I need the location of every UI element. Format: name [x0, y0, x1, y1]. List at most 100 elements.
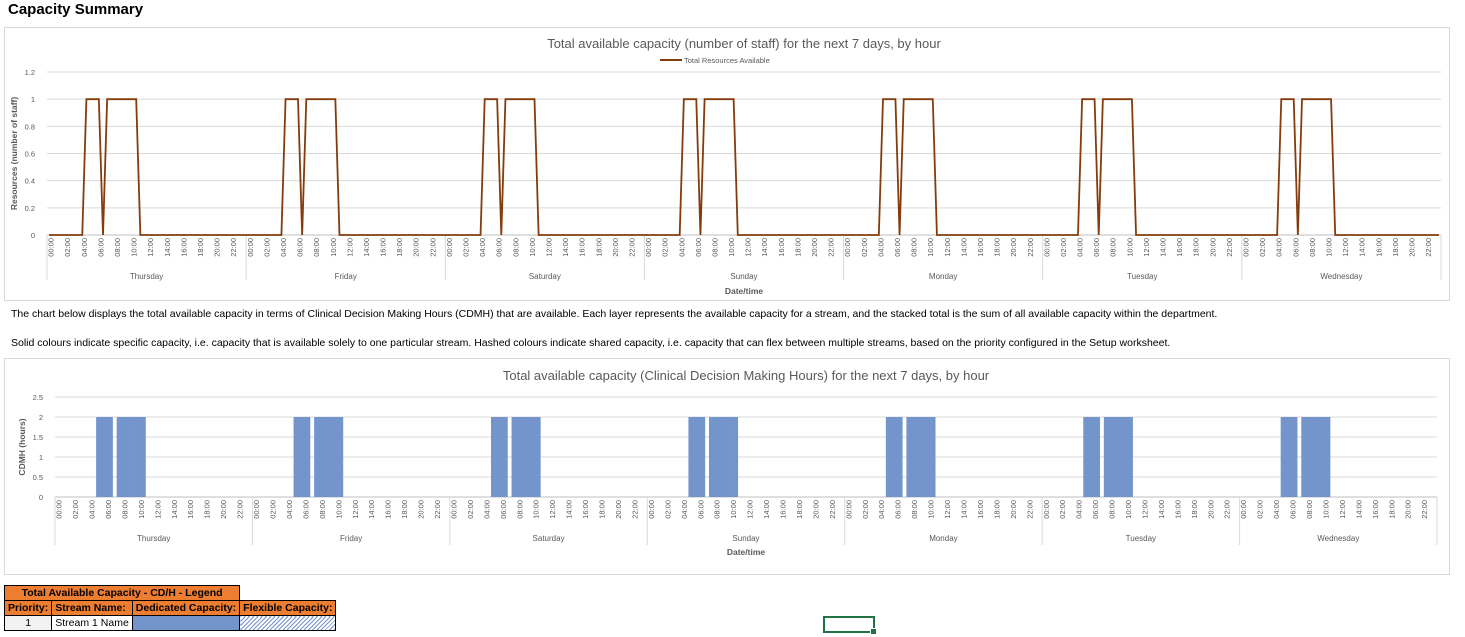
hour-tick-label: 22:00 [236, 500, 245, 519]
hour-tick-label: 16:00 [777, 238, 786, 257]
hour-tick-label: 14:00 [762, 500, 771, 519]
hour-tick-label: 06:00 [1092, 238, 1101, 257]
hour-tick-label: 20:00 [810, 238, 819, 257]
hour-tick-label: 18:00 [1192, 238, 1201, 257]
hour-tick-label: 00:00 [445, 238, 454, 257]
legend-header-stream-name[interactable]: Stream Name: [51, 600, 133, 616]
day-label: Tuesday [1126, 534, 1156, 543]
hour-tick-label: 00:00 [644, 238, 653, 257]
capacity-bar [1280, 417, 1286, 497]
series-line-total-resources [49, 98, 1439, 236]
y-tick-label: 1 [39, 453, 43, 462]
hour-tick-label: 02:00 [663, 500, 672, 519]
legend-header-dedicated[interactable]: Dedicated Capacity: [131, 600, 241, 616]
hour-tick-label: 20:00 [611, 238, 620, 257]
hour-tick-label: 12:00 [153, 500, 162, 519]
flexible-capacity-swatch[interactable] [239, 615, 337, 631]
hour-tick-label: 04:00 [877, 500, 886, 519]
capacity-bar [129, 417, 134, 497]
hour-tick-label: 10:00 [329, 238, 338, 257]
capacity-bar [931, 417, 936, 497]
day-label: Friday [335, 272, 357, 281]
hour-tick-label: 20:00 [1404, 500, 1413, 519]
capacity-bar [1301, 417, 1306, 497]
hour-tick-label: 18:00 [203, 500, 212, 519]
hour-tick-label: 18:00 [992, 500, 1001, 519]
hour-tick-label: 22:00 [827, 238, 836, 257]
hour-tick-label: 18:00 [793, 238, 802, 257]
hour-tick-label: 08:00 [312, 238, 321, 257]
hour-tick-label: 16:00 [379, 238, 388, 257]
capacity-bar [708, 417, 714, 497]
selected-cell-cursor[interactable] [823, 616, 877, 635]
x-axis-label: Date/time [725, 286, 764, 296]
day-label: Monday [929, 534, 957, 543]
legend-priority-cell[interactable]: 1 [3, 615, 53, 631]
capacity-bar [141, 417, 146, 497]
hour-tick-label: 00:00 [449, 500, 458, 519]
capacity-bar [700, 417, 706, 497]
hour-tick-label: 16:00 [186, 500, 195, 519]
hour-tick-label: 20:00 [1206, 500, 1215, 519]
page-title: Capacity Summary [8, 1, 144, 18]
capacity-bar [495, 417, 500, 497]
legend-stream-name-cell[interactable]: Stream 1 Name [51, 615, 133, 631]
capacity-bar [490, 417, 496, 497]
capacity-bar [536, 417, 541, 497]
capacity-bar [926, 417, 932, 497]
hour-tick-label: 10:00 [137, 500, 146, 519]
hour-tick-label: 08:00 [910, 238, 919, 257]
hour-tick-label: 04:00 [876, 238, 885, 257]
hour-tick-label: 06:00 [696, 500, 705, 519]
hour-tick-label: 14:00 [1354, 500, 1363, 519]
hour-tick-label: 06:00 [104, 500, 113, 519]
hour-tick-label: 06:00 [495, 238, 504, 257]
capacity-bar [894, 417, 899, 497]
legend-header-priority[interactable]: Priority: [3, 600, 53, 616]
hour-tick-label: 12:00 [1341, 238, 1350, 257]
capacity-bar [1313, 417, 1319, 497]
hour-tick-label: 16:00 [578, 238, 587, 257]
legend-table-title[interactable]: Total Available Capacity - CD/H - Legend [3, 585, 241, 601]
hour-tick-label: 04:00 [478, 238, 487, 257]
hour-tick-label: 00:00 [1042, 500, 1051, 519]
y-tick-label: 1.5 [33, 433, 43, 442]
hour-tick-label: 16:00 [1374, 238, 1383, 257]
hour-tick-label: 18:00 [598, 500, 607, 519]
legend-header-flexible[interactable]: Flexible Capacity: [239, 600, 337, 616]
hour-tick-label: 08:00 [318, 500, 327, 519]
staff-capacity-line-chart[interactable]: Total available capacity (number of staf… [4, 27, 1450, 301]
hour-tick-label: 14:00 [959, 238, 968, 257]
hour-tick-label: 02:00 [462, 238, 471, 257]
hour-tick-label: 16:00 [179, 238, 188, 257]
hour-tick-label: 18:00 [1387, 500, 1396, 519]
capacity-bar [1083, 417, 1088, 497]
hour-tick-label: 06:00 [296, 238, 305, 257]
capacity-bar [297, 417, 303, 497]
day-label: Thursday [137, 534, 170, 543]
capacity-bar [696, 417, 702, 497]
x-axis-label: Date/time [727, 547, 766, 557]
dedicated-capacity-swatch[interactable] [131, 615, 241, 631]
colour-legend-note: Solid colours indicate specific capacity… [11, 337, 1171, 349]
hour-tick-label: 08:00 [1305, 500, 1314, 519]
capacity-bar [305, 417, 311, 497]
cdmh-capacity-bar-chart[interactable]: Total available capacity (Clinical Decis… [4, 358, 1450, 575]
capacity-bar [1087, 417, 1092, 497]
hour-tick-label: 02:00 [1256, 500, 1265, 519]
hour-tick-label: 14:00 [760, 238, 769, 257]
capacity-bar [910, 417, 915, 497]
hour-tick-label: 00:00 [844, 500, 853, 519]
hour-tick-label: 08:00 [710, 238, 719, 257]
capacity-bar [124, 417, 130, 497]
capacity-bar [1321, 417, 1327, 497]
hour-tick-label: 02:00 [1058, 500, 1067, 519]
y-tick-label: 0.2 [25, 204, 35, 213]
hour-tick-label: 12:00 [1338, 500, 1347, 519]
hour-tick-label: 02:00 [661, 238, 670, 257]
hour-tick-label: 04:00 [285, 500, 294, 519]
day-label: Saturday [533, 534, 565, 543]
hour-tick-label: 10:00 [1124, 500, 1133, 519]
day-label: Tuesday [1127, 272, 1157, 281]
capacity-bar [326, 417, 331, 497]
